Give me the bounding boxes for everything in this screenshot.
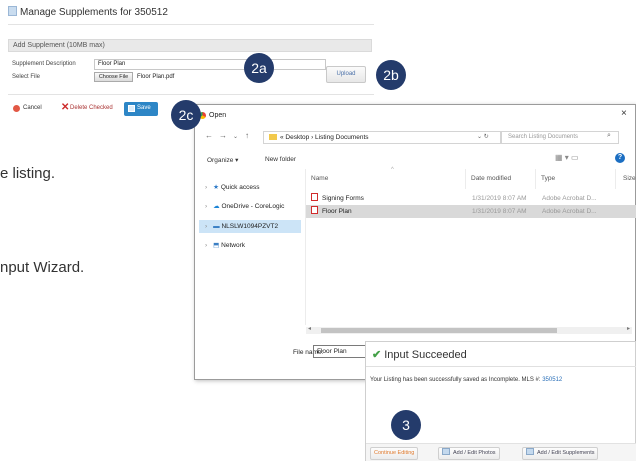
column-separator	[465, 169, 466, 189]
column-separator	[615, 169, 616, 189]
delete-checked-button[interactable]: Delete Checked	[58, 102, 122, 116]
add-edit-supplements-button[interactable]: Add / Edit Supplements	[522, 447, 599, 460]
close-icon[interactable]: ×	[621, 108, 627, 119]
divider	[366, 366, 636, 367]
open-file-dialog: Open × ← → ⌄ ↑ « Desktop › Listing Docum…	[194, 104, 636, 380]
selected-file-name: Floor Plan.pdf	[137, 74, 175, 80]
upload-button[interactable]: Upload	[326, 66, 366, 83]
manage-supplements-title: Manage Supplements for 350512	[8, 6, 168, 18]
sidebar-item-this-pc[interactable]: › ▬ NLSLW1094PZVT2	[199, 220, 301, 233]
instruction-text: e listing.	[0, 165, 56, 182]
sidebar-label: NLSLW1094PZVT2	[221, 223, 279, 230]
manage-title-text: Manage Supplements for 350512	[20, 7, 168, 18]
cancel-button[interactable]: Cancel	[10, 102, 54, 116]
scrollbar-thumb[interactable]	[321, 328, 557, 333]
file-date: 1/31/2019 8:07 AM	[472, 195, 527, 202]
step-badge-2c: 2c	[171, 100, 201, 130]
file-date: 1/31/2019 8:07 AM	[472, 208, 527, 215]
sidebar-item-onedrive[interactable]: › ☁ OneDrive - CoreLogic	[205, 200, 284, 213]
column-header-type[interactable]: Type	[541, 175, 555, 182]
file-row[interactable]: Signing Forms 1/31/2019 8:07 AM Adobe Ac…	[306, 192, 636, 205]
up-arrow-icon[interactable]: ↑	[245, 131, 249, 140]
forward-arrow-icon[interactable]: →	[219, 131, 227, 140]
file-type: Adobe Acrobat D...	[542, 208, 597, 215]
refresh-icon[interactable]: ⌄ ↻	[477, 133, 489, 140]
cloud-icon: ☁	[213, 203, 220, 210]
file-name: Floor Plan	[322, 208, 352, 215]
sidebar-label: OneDrive - CoreLogic	[221, 203, 285, 210]
step-badge-2b: 2b	[376, 60, 406, 90]
step-badge-3: 3	[391, 410, 421, 440]
sidebar-item-network[interactable]: › ⬒ Network	[205, 239, 245, 252]
continue-editing-button[interactable]: Continue Editing	[370, 447, 419, 460]
add-edit-photos-button[interactable]: Add / Edit Photos	[438, 447, 500, 460]
select-file-label: Select File	[12, 74, 41, 80]
instruction-text: nput Wizard.	[0, 259, 85, 276]
divider	[8, 94, 374, 95]
computer-icon: ▬	[213, 223, 220, 230]
file-type: Adobe Acrobat D...	[542, 195, 597, 202]
step-badge-2a: 2a	[244, 53, 274, 83]
column-header-date[interactable]: Date modified	[471, 175, 511, 182]
folder-icon	[269, 134, 277, 140]
choose-file-button[interactable]: Choose File	[94, 72, 133, 82]
success-toolbar: Continue Editing Add / Edit Photos Add /…	[366, 443, 636, 461]
search-input[interactable]: Search Listing Documents	[501, 131, 619, 144]
divider	[8, 24, 374, 25]
column-header-name[interactable]: Name	[311, 175, 328, 182]
sort-up-icon: ^	[391, 167, 394, 173]
save-icon	[128, 105, 135, 112]
address-bar[interactable]: « Desktop › Listing Documents	[263, 131, 501, 144]
file-name: Signing Forms	[322, 195, 364, 202]
button-label: Add / Edit Supplements	[537, 450, 595, 456]
mls-number-link[interactable]: 350512	[542, 377, 562, 383]
address-path: « Desktop › Listing Documents	[280, 134, 369, 141]
new-folder-button[interactable]: New folder	[265, 156, 296, 163]
star-icon: ★	[213, 184, 219, 191]
sidebar-label: Network	[221, 242, 245, 249]
success-message: Your Listing has been successfully saved…	[370, 377, 562, 383]
input-succeeded-panel: ✔ Input Succeeded Your Listing has been s…	[365, 341, 636, 461]
back-arrow-icon[interactable]: ←	[205, 131, 213, 140]
file-row-selected[interactable]: Floor Plan 1/31/2019 8:07 AM Adobe Acrob…	[306, 205, 636, 218]
network-icon: ⬒	[213, 242, 220, 249]
column-header-size[interactable]: Size	[623, 175, 636, 182]
description-input[interactable]: Floor Plan	[94, 59, 326, 70]
sidebar-label: Quick access	[220, 184, 260, 191]
search-icon: ⌕	[607, 132, 611, 139]
scroll-right-icon[interactable]: ▸	[627, 325, 630, 332]
file-name-input[interactable]: Floor Plan	[313, 345, 367, 358]
success-message-text: Your Listing has been successfully saved…	[370, 377, 541, 383]
document-icon	[526, 448, 534, 455]
button-label: Add / Edit Photos	[453, 450, 496, 456]
pdf-icon	[311, 206, 318, 214]
organize-menu[interactable]: Organize ▾	[207, 156, 238, 164]
photo-icon	[442, 448, 450, 455]
chevron-down-icon[interactable]: ⌄	[233, 133, 238, 140]
pdf-icon	[311, 193, 318, 201]
dialog-title: Open	[209, 112, 227, 119]
success-title-text: Input Succeeded	[384, 349, 467, 361]
success-title: ✔ Input Succeeded	[372, 348, 467, 361]
description-label: Supplement Description	[12, 61, 76, 67]
help-icon[interactable]: ?	[615, 153, 625, 163]
sidebar-item-quick-access[interactable]: › ★ Quick access	[205, 181, 259, 194]
check-icon: ✔	[372, 349, 382, 361]
view-options-icon[interactable]: ▦ ▾ ▭	[555, 153, 579, 162]
column-separator	[535, 169, 536, 189]
scroll-left-icon[interactable]: ◂	[308, 325, 311, 332]
section-header: Add Supplement (10MB max)	[8, 39, 372, 52]
document-icon	[8, 6, 17, 16]
